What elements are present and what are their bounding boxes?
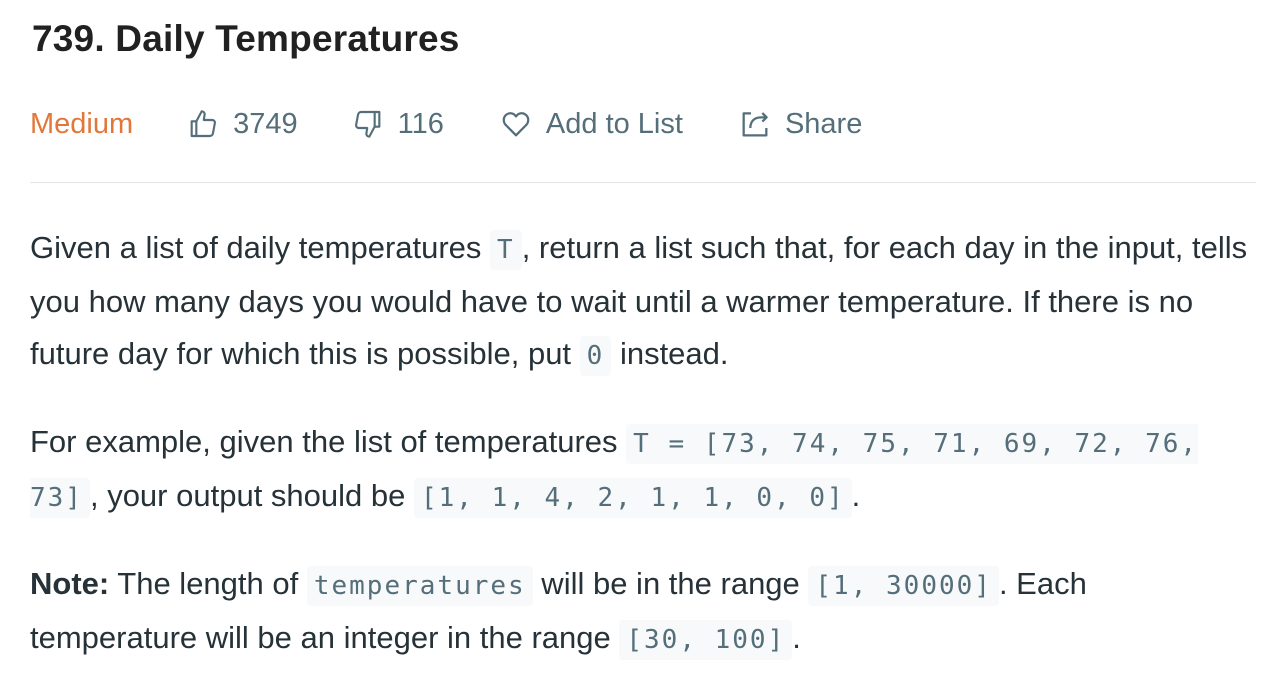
like-count: 3749 [233,107,298,140]
share-icon [739,108,771,140]
dislike-button[interactable]: 116 [352,108,444,141]
text-span: . [792,620,801,655]
description-paragraph: Given a list of daily temperatures T, re… [30,222,1256,382]
text-span: . [851,478,861,513]
thumbs-up-icon [187,108,219,140]
thumbs-down-icon [352,108,384,140]
inline-code: [30, 100] [619,620,793,660]
text-span: The length of [109,566,307,601]
like-button[interactable]: 3749 [187,108,298,141]
dislike-count: 116 [397,107,444,140]
problem-title: 739. Daily Temperatures [32,18,460,59]
text-span: will be in the range [532,566,809,601]
inline-code: T [490,230,522,270]
inline-code: temperatures [306,566,533,606]
text-span: For example, given the list of temperatu… [30,424,627,459]
problem-meta-bar: Medium 3749 116 Add to List Share [30,100,862,148]
text-span: Given a list of daily temperatures [30,230,491,265]
add-to-list-button[interactable]: Add to List [500,108,683,141]
inline-code: 0 [579,336,612,376]
problem-description: Given a list of daily temperatures T, re… [30,222,1256,700]
note-label: Note: [30,566,110,601]
heart-icon [500,108,532,140]
inline-code: [1, 1, 4, 2, 1, 1, 0, 0] [413,478,852,518]
share-label: Share [784,107,863,140]
text-span: , your output should be [89,478,414,513]
header-divider [30,182,1256,183]
share-button[interactable]: Share [739,108,862,141]
note-paragraph: Note: The length of temperatures will be… [30,558,1256,666]
text-span: instead. [611,336,729,371]
difficulty-label: Medium [30,107,134,140]
example-paragraph: For example, given the list of temperatu… [30,416,1256,524]
add-to-list-label: Add to List [545,107,683,140]
inline-code: [1, 30000] [808,566,999,606]
